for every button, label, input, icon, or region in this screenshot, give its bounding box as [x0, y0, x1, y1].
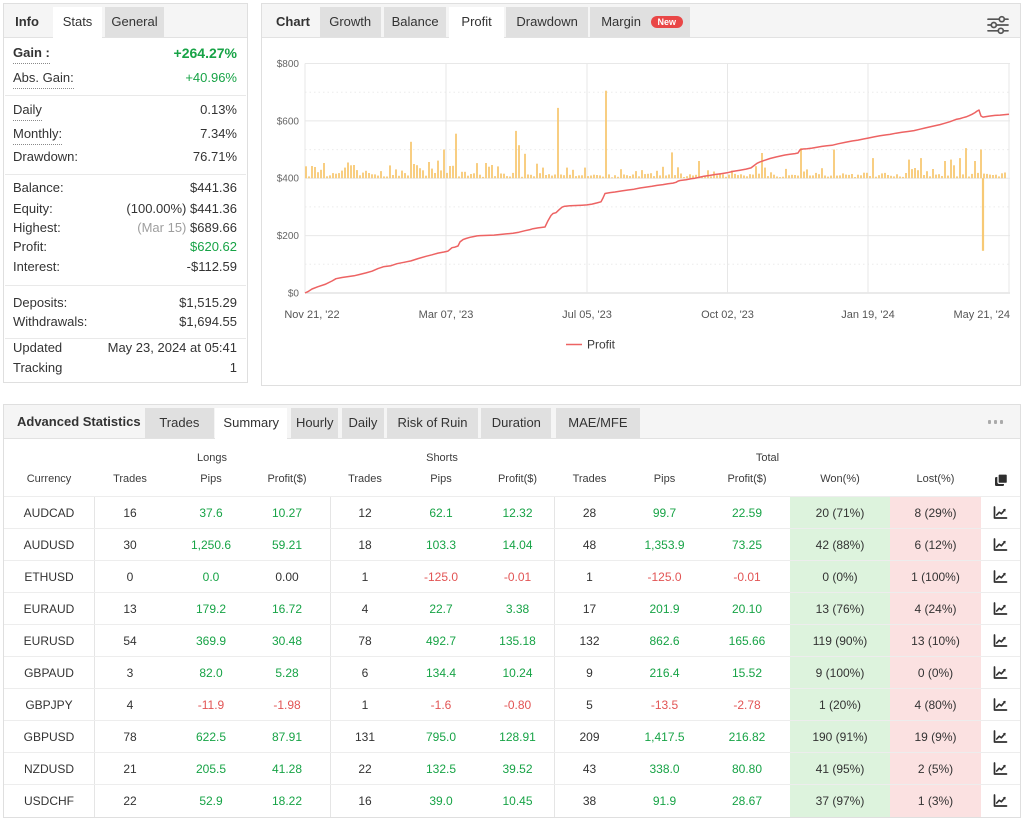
svg-text:$600: $600: [277, 116, 300, 127]
svg-text:Mar 07, '23: Mar 07, '23: [419, 309, 474, 321]
svg-text:May 21, '24: May 21, '24: [953, 309, 1010, 321]
svg-text:Nov 21, '22: Nov 21, '22: [284, 309, 339, 321]
svg-text:Jul 05, '23: Jul 05, '23: [562, 309, 612, 321]
svg-text:Oct 02, '23: Oct 02, '23: [701, 309, 754, 321]
svg-text:$200: $200: [277, 231, 300, 242]
svg-text:Profit: Profit: [587, 338, 616, 352]
svg-text:Jan 19, '24: Jan 19, '24: [841, 309, 894, 321]
svg-text:$0: $0: [288, 289, 300, 300]
svg-text:$400: $400: [277, 174, 300, 185]
svg-text:$800: $800: [277, 59, 300, 70]
